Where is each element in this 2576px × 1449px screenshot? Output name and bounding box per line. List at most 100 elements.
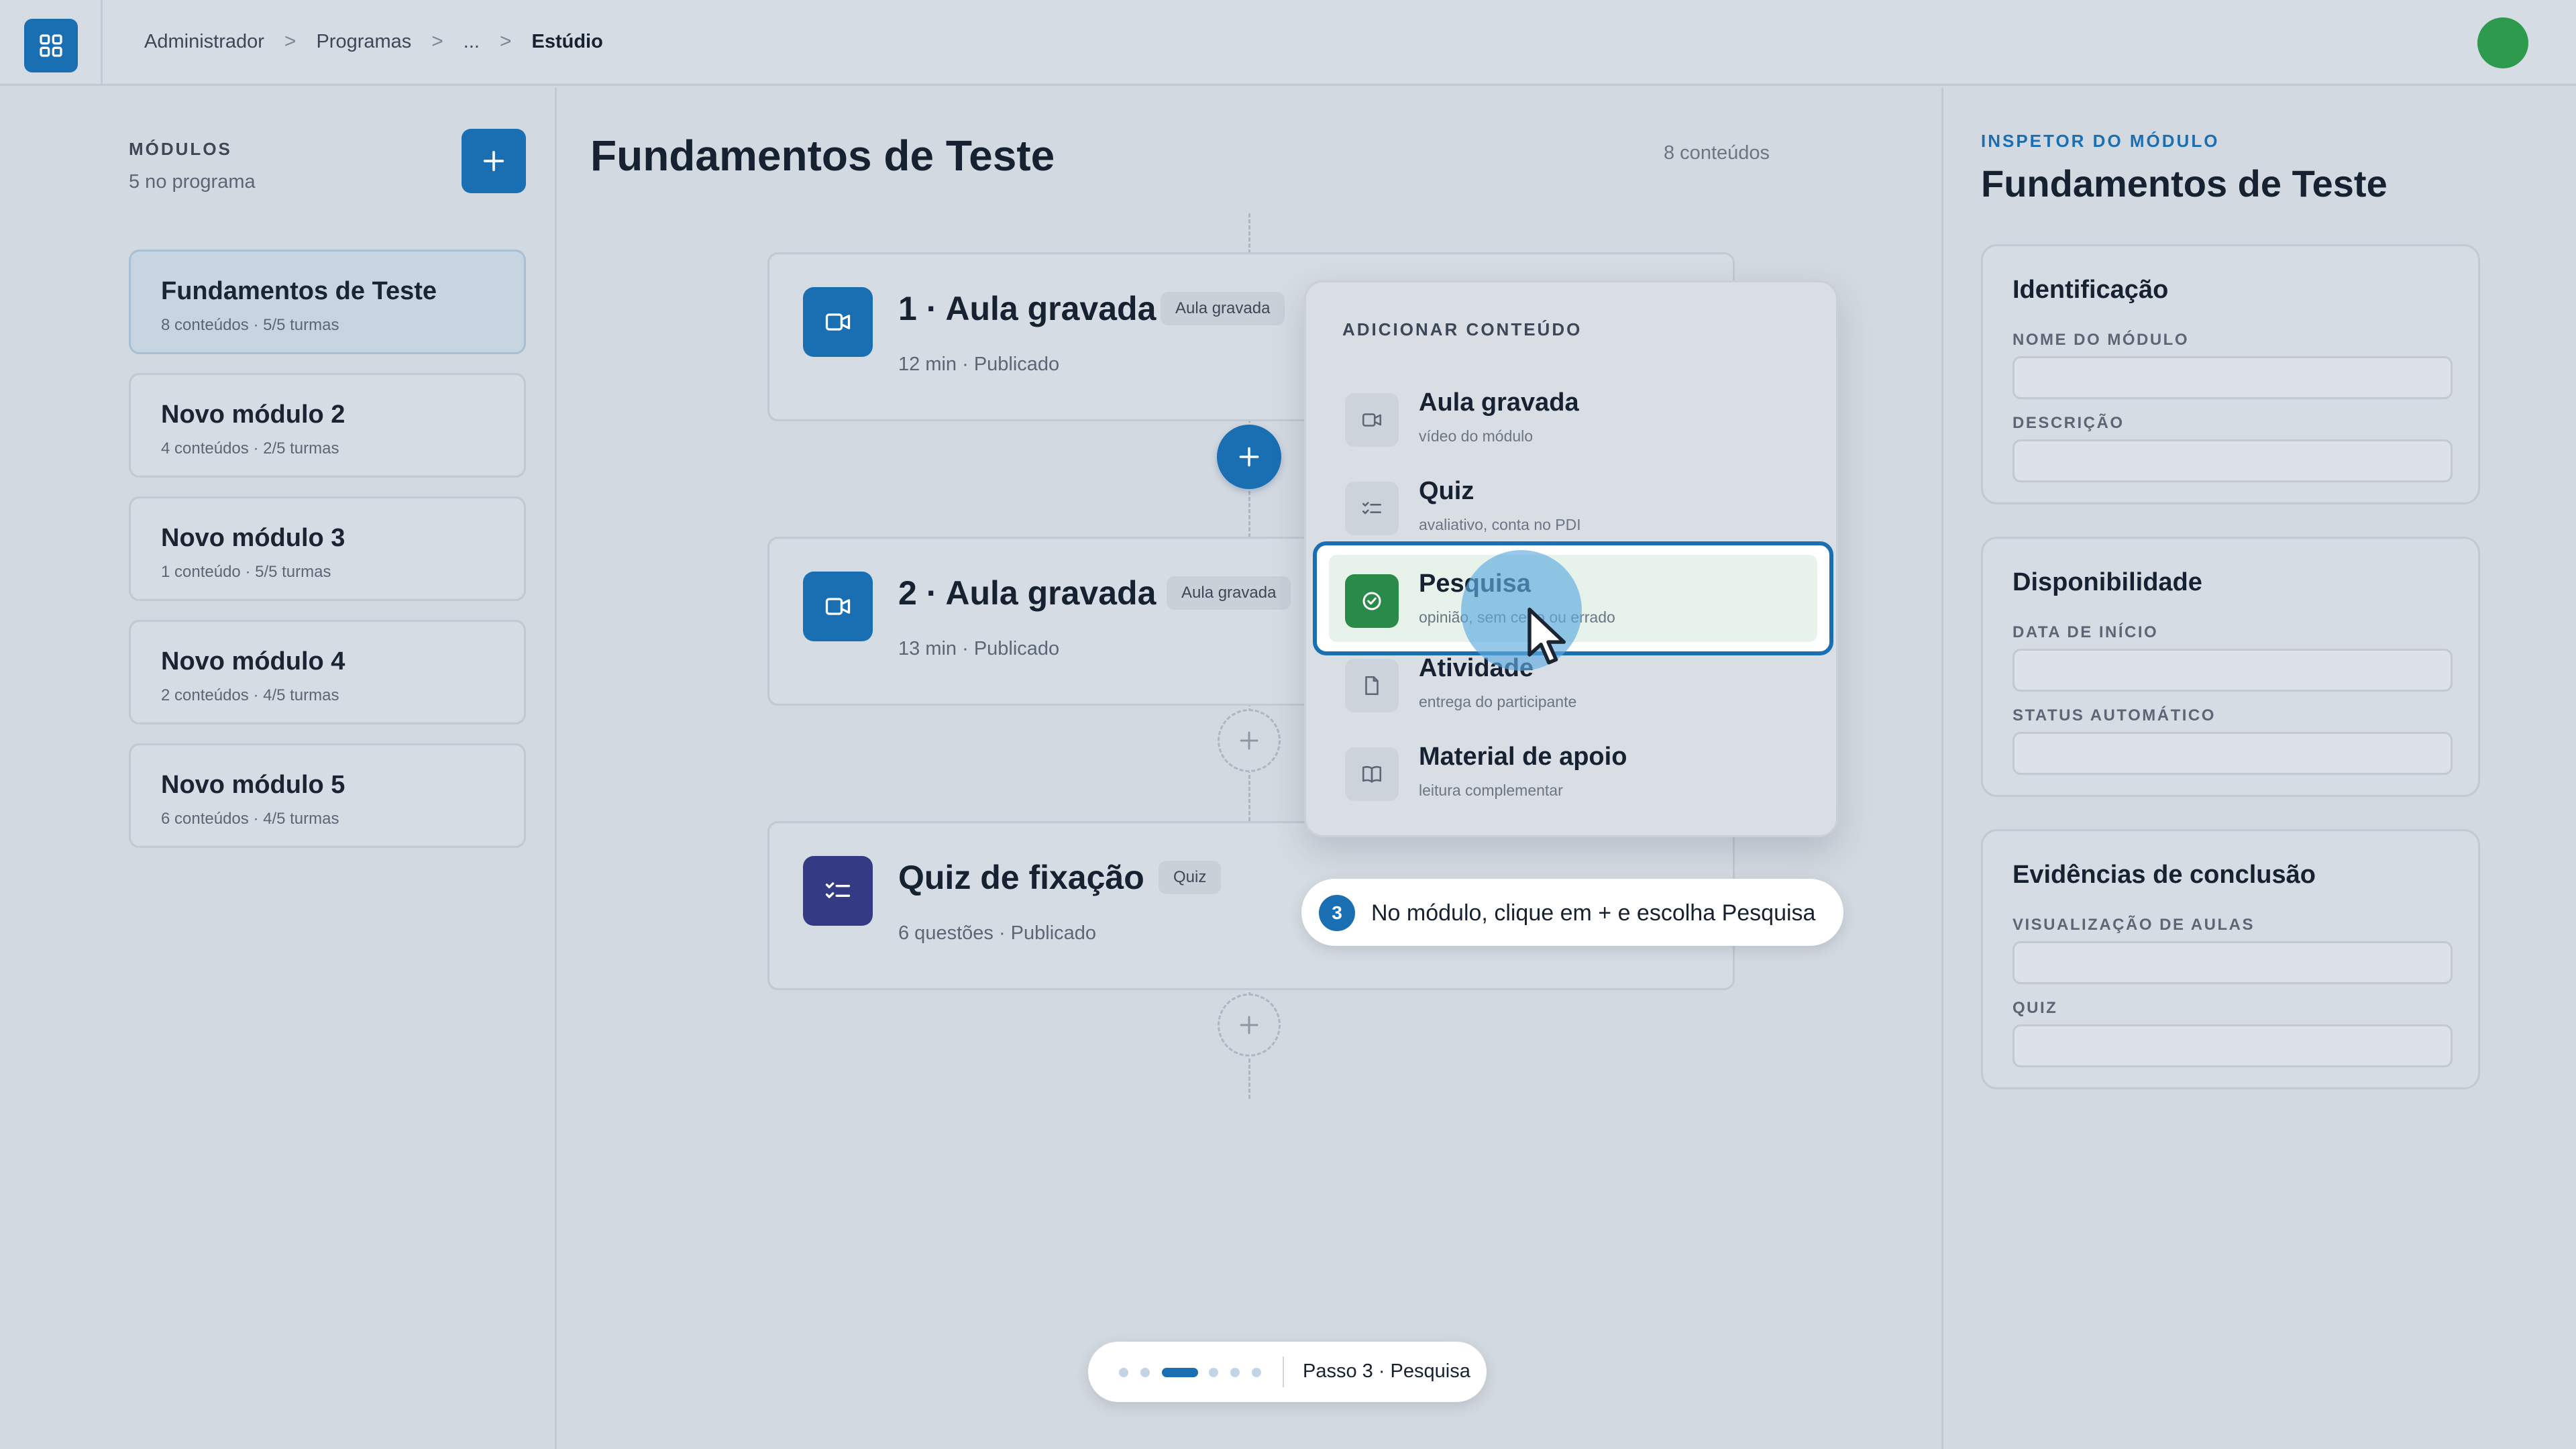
breadcrumb-programas[interactable]: Programas xyxy=(316,31,411,53)
module-meta: 2 conteúdos · 4/5 turmas xyxy=(161,686,339,704)
section-evidencias: Evidências de conclusão VISUALIZAÇÃO DE … xyxy=(1981,829,2480,1089)
section-title: Disponibilidade xyxy=(2012,568,2202,596)
add-content-button[interactable] xyxy=(1218,994,1281,1057)
plus-icon xyxy=(1240,731,1258,750)
content-meta: 13 min · Publicado xyxy=(898,638,1060,659)
auto-status-field[interactable] xyxy=(2012,732,2453,775)
module-card-active[interactable]: Fundamentos de Teste 8 conteúdos · 5/5 t… xyxy=(129,250,526,354)
start-date-field[interactable] xyxy=(2012,649,2453,692)
module-card[interactable]: Novo módulo 3 1 conteúdo · 5/5 turmas xyxy=(129,496,526,601)
menu-item-description: avaliativo, conta no PDI xyxy=(1419,516,1581,533)
step-dot-active[interactable] xyxy=(1162,1368,1198,1377)
apps-grid-button[interactable] xyxy=(24,19,78,72)
modules-sidebar: MÓDULOS 5 no programa Fundamentos de Tes… xyxy=(0,88,557,1449)
menu-item-description: vídeo do módulo xyxy=(1419,427,1534,445)
module-card[interactable]: Novo módulo 5 6 conteúdos · 4/5 turmas xyxy=(129,743,526,848)
breadcrumb-administrador[interactable]: Administrador xyxy=(144,31,264,53)
menu-item-description: leitura complementar xyxy=(1419,782,1563,799)
breadcrumb-ellipsis[interactable]: ... xyxy=(464,31,480,53)
add-content-button[interactable] xyxy=(1218,709,1281,772)
step-instruction: No módulo, clique em + e escolha Pesquis… xyxy=(1371,900,1816,926)
avatar[interactable] xyxy=(2477,17,2528,68)
section-identificacao: Identificação NOME DO MÓDULO DESCRIÇÃO xyxy=(1981,244,2480,504)
video-icon xyxy=(825,313,851,331)
module-name: Novo módulo 5 xyxy=(161,771,345,799)
menu-item-quiz[interactable]: Quiz avaliativo, conta no PDI xyxy=(1306,462,1840,551)
module-card[interactable]: Novo módulo 2 4 conteúdos · 2/5 turmas xyxy=(129,373,526,478)
module-name-field[interactable] xyxy=(2012,356,2453,399)
quiz-evidence-field[interactable] xyxy=(2012,1024,2453,1067)
document-icon xyxy=(1365,676,1379,696)
modules-heading: MÓDULOS xyxy=(129,139,232,159)
step-dot[interactable] xyxy=(1119,1368,1128,1377)
grid-icon xyxy=(40,34,62,57)
section-title: Evidências de conclusão xyxy=(2012,861,2316,889)
lesson-views-field[interactable] xyxy=(2012,941,2453,984)
tutorial-stepper: Passo 3 · Pesquisa xyxy=(1088,1342,1487,1402)
add-module-button[interactable] xyxy=(462,129,526,193)
field-label: QUIZ xyxy=(2012,999,2058,1017)
content-title: Quiz de fixação xyxy=(898,859,1144,896)
plus-icon xyxy=(1240,1016,1258,1034)
step-dot[interactable] xyxy=(1140,1368,1150,1377)
topbar-divider xyxy=(101,0,103,86)
module-name: Novo módulo 2 xyxy=(161,400,345,429)
menu-item-label: Aula gravada xyxy=(1419,388,1579,417)
breadcrumb-current: Estúdio xyxy=(531,30,603,52)
menu-item-label: Quiz xyxy=(1419,477,1474,505)
description-field[interactable] xyxy=(2012,439,2453,482)
step-dot[interactable] xyxy=(1252,1368,1261,1377)
module-meta: 1 conteúdo · 5/5 turmas xyxy=(161,563,331,581)
inspector-heading: INSPETOR DO MÓDULO xyxy=(1981,131,2220,151)
stepper-divider xyxy=(1283,1356,1284,1387)
plus-icon xyxy=(1239,447,1259,467)
menu-item-icon xyxy=(1345,482,1399,535)
module-meta: 6 conteúdos · 4/5 turmas xyxy=(161,810,339,828)
chevron-right-icon: > xyxy=(499,30,512,52)
menu-title: ADICIONAR CONTEÚDO xyxy=(1342,319,1582,339)
checklist-icon xyxy=(825,882,851,898)
content-type-badge: Aula gravada xyxy=(1161,292,1285,325)
book-icon xyxy=(1362,765,1382,783)
menu-item-aula-gravada[interactable]: Aula gravada vídeo do módulo xyxy=(1306,374,1840,462)
add-content-button[interactable] xyxy=(1217,425,1281,489)
video-icon xyxy=(1362,413,1382,427)
content-type-badge: Aula gravada xyxy=(1167,576,1291,610)
menu-item-atividade[interactable]: Atividade entrega do participante xyxy=(1306,639,1840,728)
module-name: Novo módulo 3 xyxy=(161,524,345,552)
content-type-badge: Quiz xyxy=(1159,861,1222,894)
section-disponibilidade: Disponibilidade DATA DE INÍCIO STATUS AU… xyxy=(1981,537,2480,797)
menu-item-icon xyxy=(1345,574,1399,628)
content-meta: 12 min · Publicado xyxy=(898,354,1060,375)
menu-item-icon xyxy=(1345,747,1399,801)
step-label: Passo 3 · Pesquisa xyxy=(1303,1360,1470,1382)
menu-item-material-de-apoio[interactable]: Material de apoio leitura complementar xyxy=(1306,728,1840,816)
module-inspector: INSPETOR DO MÓDULO Fundamentos de Teste … xyxy=(1941,88,2576,1449)
modules-count: 5 no programa xyxy=(129,171,256,193)
add-content-menu: ADICIONAR CONTEÚDO Aula gravada vídeo do… xyxy=(1304,280,1838,837)
field-label: VISUALIZAÇÃO DE AULAS xyxy=(2012,916,2255,934)
page-title: Fundamentos de Teste xyxy=(590,131,1055,180)
breadcrumb: Administrador > Programas > ... > Estúdi… xyxy=(144,27,603,56)
content-count: 8 conteúdos xyxy=(1664,142,1770,164)
content-title: 2 · Aula gravada xyxy=(898,574,1157,612)
module-name: Fundamentos de Teste xyxy=(161,277,437,305)
content-icon xyxy=(803,856,873,926)
step-number-badge: 3 xyxy=(1319,895,1355,931)
field-label: DESCRIÇÃO xyxy=(2012,414,2125,432)
field-label: STATUS AUTOMÁTICO xyxy=(2012,706,2216,724)
step-dot[interactable] xyxy=(1230,1368,1240,1377)
video-icon xyxy=(825,598,851,615)
step-dot[interactable] xyxy=(1209,1368,1218,1377)
module-name: Novo módulo 4 xyxy=(161,647,345,676)
check-circle-icon xyxy=(1362,592,1381,610)
content-icon xyxy=(803,572,873,641)
step-tooltip: 3 No módulo, clique em + e escolha Pesqu… xyxy=(1301,879,1843,946)
module-card[interactable]: Novo módulo 4 2 conteúdos · 4/5 turmas xyxy=(129,620,526,724)
section-title: Identificação xyxy=(2012,276,2169,304)
mouse-cursor-icon xyxy=(1527,607,1566,665)
top-bar: Administrador > Programas > ... > Estúdi… xyxy=(0,0,2576,86)
checklist-icon xyxy=(1362,502,1382,515)
module-meta: 4 conteúdos · 2/5 turmas xyxy=(161,439,339,458)
menu-item-description: entrega do participante xyxy=(1419,693,1577,710)
